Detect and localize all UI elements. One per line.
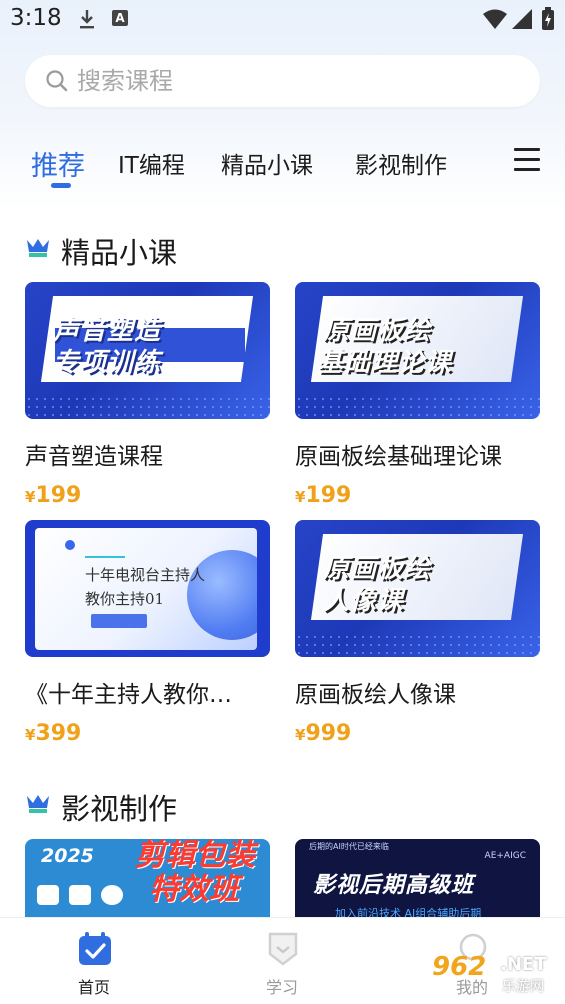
thumbnail-text: AE+AIGC [484,851,526,861]
nav-study[interactable]: 学习 [222,918,342,1004]
search-input[interactable] [77,65,507,97]
course-thumbnail: 十年电视台主持人 教你主持01 [25,520,270,657]
course-card[interactable]: 原画板绘 人像课 原画板绘人像课 ¥999 [295,520,540,746]
battery-charging-icon [542,7,554,30]
status-bar: 3:18 A [0,0,565,38]
crown-icon [27,795,49,813]
app-logo-icon [37,885,59,905]
section-title: 精品小课 [61,236,178,270]
calendar-check-icon [79,932,111,965]
course-card[interactable]: 十年电视台主持人 教你主持01 《十年主持人教你… ¥399 [25,520,270,746]
app-logo-icon [69,885,91,905]
thumbnail-text: 专项训练 [53,348,162,378]
tab-recommend[interactable]: 推荐 [31,144,85,183]
thumbnail-text: 剪辑包装 [135,839,255,873]
thumbnail-text: 基础理论课 [317,348,453,378]
course-thumbnail: 原画板绘 人像课 [295,520,540,657]
thumbnail-text: 特效班 [149,872,239,907]
course-price: ¥199 [295,483,352,508]
tab-it-programming[interactable]: IT编程 [118,146,185,180]
thumbnail-text: 十年电视台主持人 [85,566,206,584]
tab-active-indicator [51,183,71,188]
course-thumbnail: 原画板绘 基础理论课 [295,282,540,419]
search-icon [46,70,68,92]
tab-premium-courses[interactable]: 精品小课 [221,146,313,180]
course-price: ¥399 [25,721,82,746]
avatar [101,885,123,905]
course-price: ¥199 [25,483,82,508]
thumbnail-text: 2025 [41,845,94,867]
download-icon [80,10,94,29]
thumbnail-text: 教你主持01 [85,590,165,608]
menu-icon[interactable] [514,148,540,172]
crown-icon [27,239,49,257]
status-time: 3:18 [10,5,62,31]
thumbnail-text: 影视后期高级班 [313,873,475,898]
nav-label: 学习 [265,978,298,997]
section-title: 影视制作 [61,792,178,826]
thumbnail-text: 后期的AI时代已经来临 [309,842,389,851]
thumbnail-text: 人像课 [323,586,405,616]
watermark-logo: 962 .NET 乐游网 [432,952,547,995]
search-bar[interactable] [25,55,540,107]
course-card[interactable]: 原画板绘 基础理论课 原画板绘基础理论课 ¥199 [295,282,540,508]
nav-label: 首页 [77,978,110,997]
text-input-icon: A [112,10,128,26]
wifi-icon [483,9,507,29]
course-title: 原画板绘人像课 [295,682,456,708]
nav-home[interactable]: 首页 [34,918,154,1004]
course-title: 《十年主持人教你… [25,682,232,708]
shield-icon [268,932,298,966]
course-title: 声音塑造课程 [25,444,163,470]
signal-icon [512,9,532,29]
tab-film-production[interactable]: 影视制作 [355,146,447,180]
course-card[interactable]: 声音塑造 专项训练 声音塑造课程 ¥199 [25,282,270,508]
course-thumbnail: 声音塑造 专项训练 [25,282,270,419]
course-price: ¥999 [295,721,352,746]
course-title: 原画板绘基础理论课 [295,444,502,470]
